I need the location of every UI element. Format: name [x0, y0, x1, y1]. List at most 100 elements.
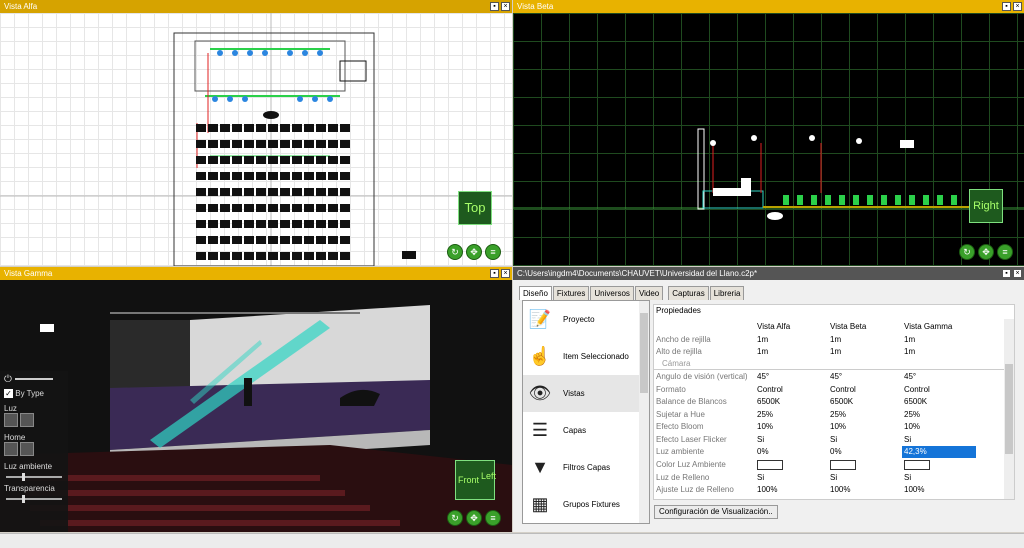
menu-item-label: Capas: [563, 426, 587, 435]
pane-title-alfa: Vista Alfa ▪ ×: [0, 0, 512, 13]
pan-icon[interactable]: ✥: [978, 244, 994, 260]
luz-ambiente-slider[interactable]: [6, 473, 62, 481]
rotate-icon[interactable]: ↻: [447, 510, 463, 526]
prop-value: 10%: [830, 422, 847, 431]
luz-ambiente-label: Luz ambiente: [4, 462, 53, 471]
light-off-icon[interactable]: [4, 413, 18, 427]
close-icon[interactable]: ×: [501, 2, 510, 11]
prop-value: 1m: [904, 335, 916, 344]
prop-name: Efecto Laser Flicker: [656, 435, 727, 444]
table-row[interactable]: Formato Control Control Control: [654, 384, 1004, 396]
pin-icon[interactable]: ▪: [1002, 269, 1011, 278]
properties-grid: Propiedades Vista Alfa Vista Beta Vista …: [653, 304, 1015, 500]
table-row[interactable]: Ajuste Luz de Relleno 100% 100% 100%: [654, 484, 1004, 496]
menu-item-grupos-fixtures[interactable]: ▦ Grupos Fixtures: [523, 486, 649, 523]
menu-item-label: Filtros Capas: [563, 463, 611, 472]
tab-fixtures[interactable]: Fixtures: [552, 286, 590, 300]
menu-item-seleccionado[interactable]: ☝ Item Seleccionado: [523, 338, 649, 375]
prop-value: 6500K: [757, 397, 781, 406]
menu-icon[interactable]: ≡: [485, 510, 501, 526]
col-vista-beta: Vista Beta: [830, 322, 867, 331]
viewport-right[interactable]: Right ↻ ✥ ≡: [513, 13, 1024, 266]
viewport-3d[interactable]: ⏻ ✓ By Type Luz Home Luz ambiente Transp…: [0, 280, 512, 532]
transparencia-slider[interactable]: [6, 495, 62, 503]
menu-scrollbar[interactable]: [639, 301, 649, 523]
table-row[interactable]: Angulo de visión (vertical) 45° 45° 45°: [654, 371, 1004, 383]
status-bar: [0, 533, 1024, 548]
tab-capturas[interactable]: Capturas: [668, 286, 709, 300]
col-vista-alfa: Vista Alfa: [757, 322, 791, 331]
pencil-icon[interactable]: [4, 442, 18, 456]
project-path: C:\Users\ingdm4\Documents\CHAUVET\Univer…: [517, 269, 758, 278]
project-tabs: Diseño Fixtures Universos Video Capturas…: [519, 286, 745, 300]
prop-value: 6500K: [904, 397, 928, 406]
prop-name: Ancho de rejilla: [656, 335, 711, 344]
prop-value: Control: [830, 385, 856, 394]
table-row[interactable]: Luz ambiente 0% 0% 42,3%: [654, 446, 1004, 458]
prop-value: Si: [757, 435, 765, 444]
table-row[interactable]: Efecto Laser Flicker Si Si Si: [654, 434, 1004, 446]
tab-libreria[interactable]: Libreria: [709, 286, 745, 300]
cube-left-label: Left: [481, 471, 497, 481]
table-row[interactable]: Sujetar a Hue 25% 25% 25%: [654, 409, 1004, 421]
layers-icon: ☰: [531, 420, 549, 440]
prop-value: 0%: [757, 447, 769, 456]
close-icon[interactable]: ×: [1013, 269, 1022, 278]
section-label: Cámara: [662, 359, 691, 368]
table-row[interactable]: Balance de Blancos 6500K 6500K 6500K: [654, 396, 1004, 408]
prop-name: Formato: [656, 385, 686, 394]
prop-value: 1m: [757, 347, 769, 356]
properties-scrollbar[interactable]: [1004, 319, 1014, 499]
pane-title-text: Vista Alfa: [4, 2, 38, 11]
col-vista-gamma: Vista Gamma: [904, 322, 953, 331]
menu-item-proyecto[interactable]: 📝 Proyecto: [523, 301, 649, 338]
rotate-icon[interactable]: ↻: [959, 244, 975, 260]
prop-name: Luz ambiente: [656, 447, 705, 456]
menu-item-capas[interactable]: ☰ Capas: [523, 412, 649, 449]
stage-3d-render: [0, 305, 512, 532]
tab-universos[interactable]: Universos: [590, 286, 634, 300]
display-config-button[interactable]: Configuración de Visualización..: [654, 505, 778, 519]
prop-value: 100%: [830, 485, 851, 494]
table-row[interactable]: Alto de rejilla 1m 1m 1m: [654, 346, 1004, 358]
table-row[interactable]: Efecto Bloom 10% 10% 10%: [654, 421, 1004, 433]
table-row[interactable]: Luz de Relleno Si Si Si: [654, 472, 1004, 484]
tab-diseno[interactable]: Diseño: [519, 286, 552, 300]
prop-name: Efecto Bloom: [656, 422, 704, 431]
table-row[interactable]: Color Luz Ambiente: [654, 459, 1004, 471]
menu-icon[interactable]: ≡: [485, 244, 501, 260]
prop-value: 25%: [830, 410, 847, 419]
power-icon[interactable]: ⏻: [4, 374, 64, 385]
prop-name: Balance de Blancos: [656, 397, 727, 406]
pan-icon[interactable]: ✥: [466, 244, 482, 260]
prop-name: Color Luz Ambiente: [656, 460, 726, 469]
section-row-camara[interactable]: Cámara: [654, 358, 1004, 370]
menu-item-filtros-capas[interactable]: ▼ Filtros Capas: [523, 449, 649, 486]
prop-value: Si: [904, 435, 912, 444]
cross-tools-icon[interactable]: [20, 442, 34, 456]
prop-value: 1m: [904, 347, 916, 356]
tab-video[interactable]: Video: [634, 286, 664, 300]
by-type-checkbox[interactable]: ✓: [4, 389, 13, 398]
light-on-icon[interactable]: [20, 413, 34, 427]
pan-icon[interactable]: ✥: [466, 510, 482, 526]
view-cube-3d[interactable]: Front Left: [455, 460, 497, 500]
table-row[interactable]: Ancho de rejilla 1m 1m 1m: [654, 334, 1004, 346]
pin-icon[interactable]: ▪: [490, 2, 499, 11]
view-cube-top[interactable]: Top: [458, 191, 492, 225]
close-icon[interactable]: ×: [501, 269, 510, 278]
pane-title-text: Vista Beta: [517, 2, 554, 11]
close-icon[interactable]: ×: [1013, 2, 1022, 11]
pin-icon[interactable]: ▪: [1002, 2, 1011, 11]
prop-value: 1m: [830, 335, 842, 344]
viewport-top[interactable]: Top ↻ ✥ ≡: [0, 13, 512, 266]
pin-icon[interactable]: ▪: [490, 269, 499, 278]
prop-value: 25%: [904, 410, 921, 419]
view-cube-right[interactable]: Right: [969, 189, 1003, 223]
menu-item-vistas[interactable]: 👁 Vistas: [523, 375, 649, 412]
luz-ambiente-gamma-input[interactable]: 42,3%: [902, 446, 976, 458]
rotate-icon[interactable]: ↻: [447, 244, 463, 260]
menu-icon[interactable]: ≡: [997, 244, 1013, 260]
pane-title-beta: Vista Beta ▪ ×: [513, 0, 1024, 13]
filter-icon: ▼: [531, 457, 549, 477]
